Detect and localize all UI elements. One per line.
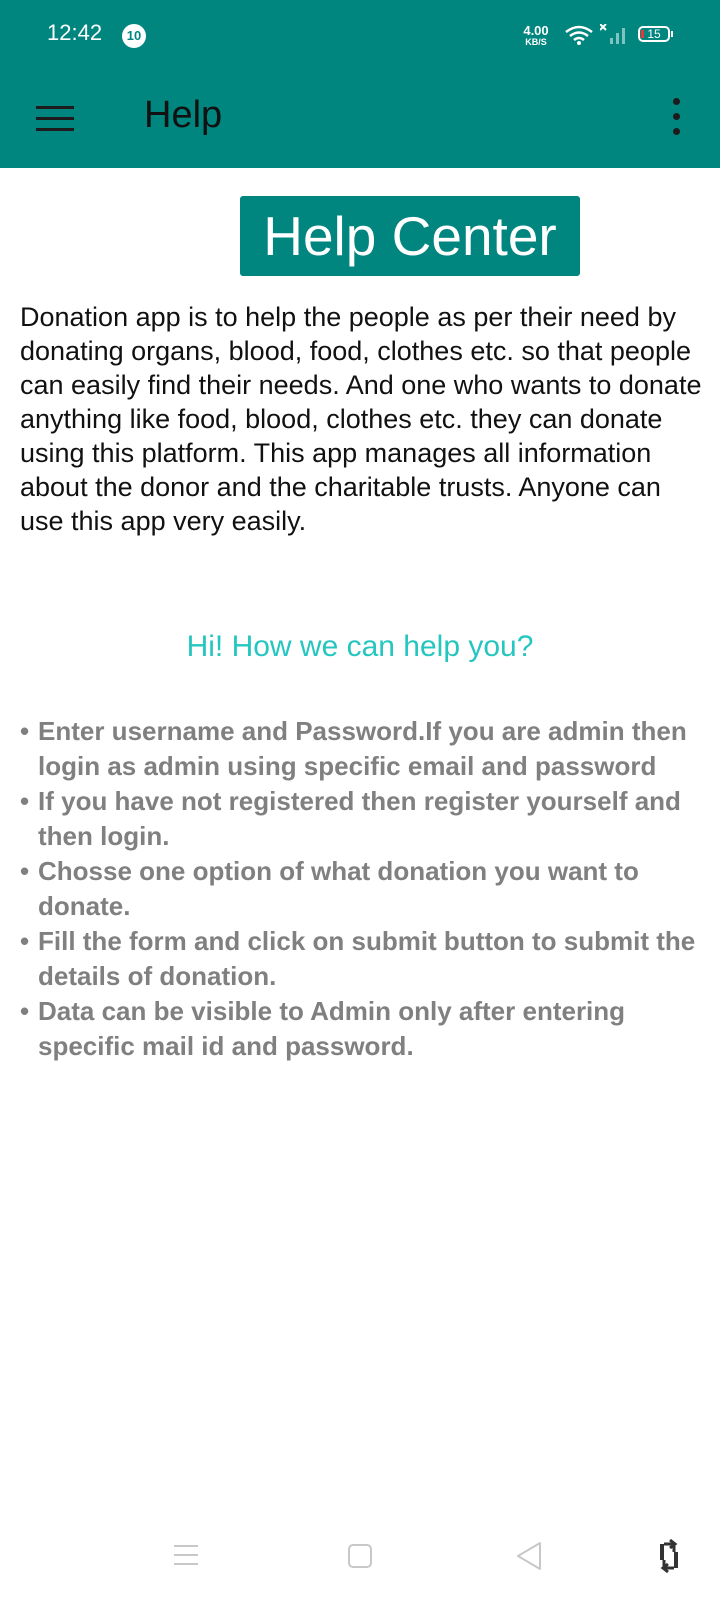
hamburger-menu-icon[interactable] xyxy=(36,104,76,134)
help-screen: 12:42 10 4.00 KB/S 15 Help Help Center D… xyxy=(0,0,720,1600)
home-icon[interactable] xyxy=(346,1542,374,1575)
more-vert-icon[interactable] xyxy=(664,96,688,144)
list-item: • Enter username and Password.If you are … xyxy=(20,714,720,784)
back-icon[interactable] xyxy=(514,1540,544,1577)
help-steps-list: • Enter username and Password.If you are … xyxy=(20,714,720,1064)
list-item: • If you have not registered then registe… xyxy=(20,784,720,854)
network-speed: 4.00 KB/S xyxy=(518,24,554,47)
step-text: Chosse one option of what donation you w… xyxy=(38,856,639,921)
help-center-heading: Help Center xyxy=(240,196,580,276)
help-question: Hi! How we can help you? xyxy=(186,630,534,663)
bullet: • xyxy=(20,926,30,956)
app-bar: Help xyxy=(0,72,720,168)
bullet: • xyxy=(20,996,30,1026)
list-item: • Fill the form and click on submit butto… xyxy=(20,924,720,994)
step-text: If you have not registered then register… xyxy=(38,786,681,851)
network-speed-value: 4.00 xyxy=(523,23,549,38)
step-text: Fill the form and click on submit button… xyxy=(38,926,696,991)
page-title: Help xyxy=(144,94,223,136)
status-time: 12:42 xyxy=(47,20,103,45)
bullet: • xyxy=(20,856,30,886)
signal-icon xyxy=(599,23,630,51)
system-nav-bar xyxy=(0,1520,720,1600)
intro-paragraph: Donation app is to help the people as pe… xyxy=(20,302,702,536)
step-text: Data can be visible to Admin only after … xyxy=(38,996,626,1061)
step-text: Enter username and Password.If you are a… xyxy=(38,716,687,781)
rotate-icon[interactable] xyxy=(654,1538,684,1579)
list-item: • Data can be visible to Admin only afte… xyxy=(20,994,720,1064)
recents-icon[interactable] xyxy=(172,1542,200,1573)
network-speed-unit: KB/S xyxy=(525,37,547,47)
battery-icon: 15 xyxy=(638,26,673,42)
bullet: • xyxy=(20,786,30,816)
bullet: • xyxy=(20,716,30,746)
notification-count-badge: 10 xyxy=(122,24,146,48)
wifi-icon xyxy=(564,24,594,51)
status-bar: 12:42 10 4.00 KB/S 15 xyxy=(0,0,720,72)
list-item: • Chosse one option of what donation you… xyxy=(20,854,720,924)
